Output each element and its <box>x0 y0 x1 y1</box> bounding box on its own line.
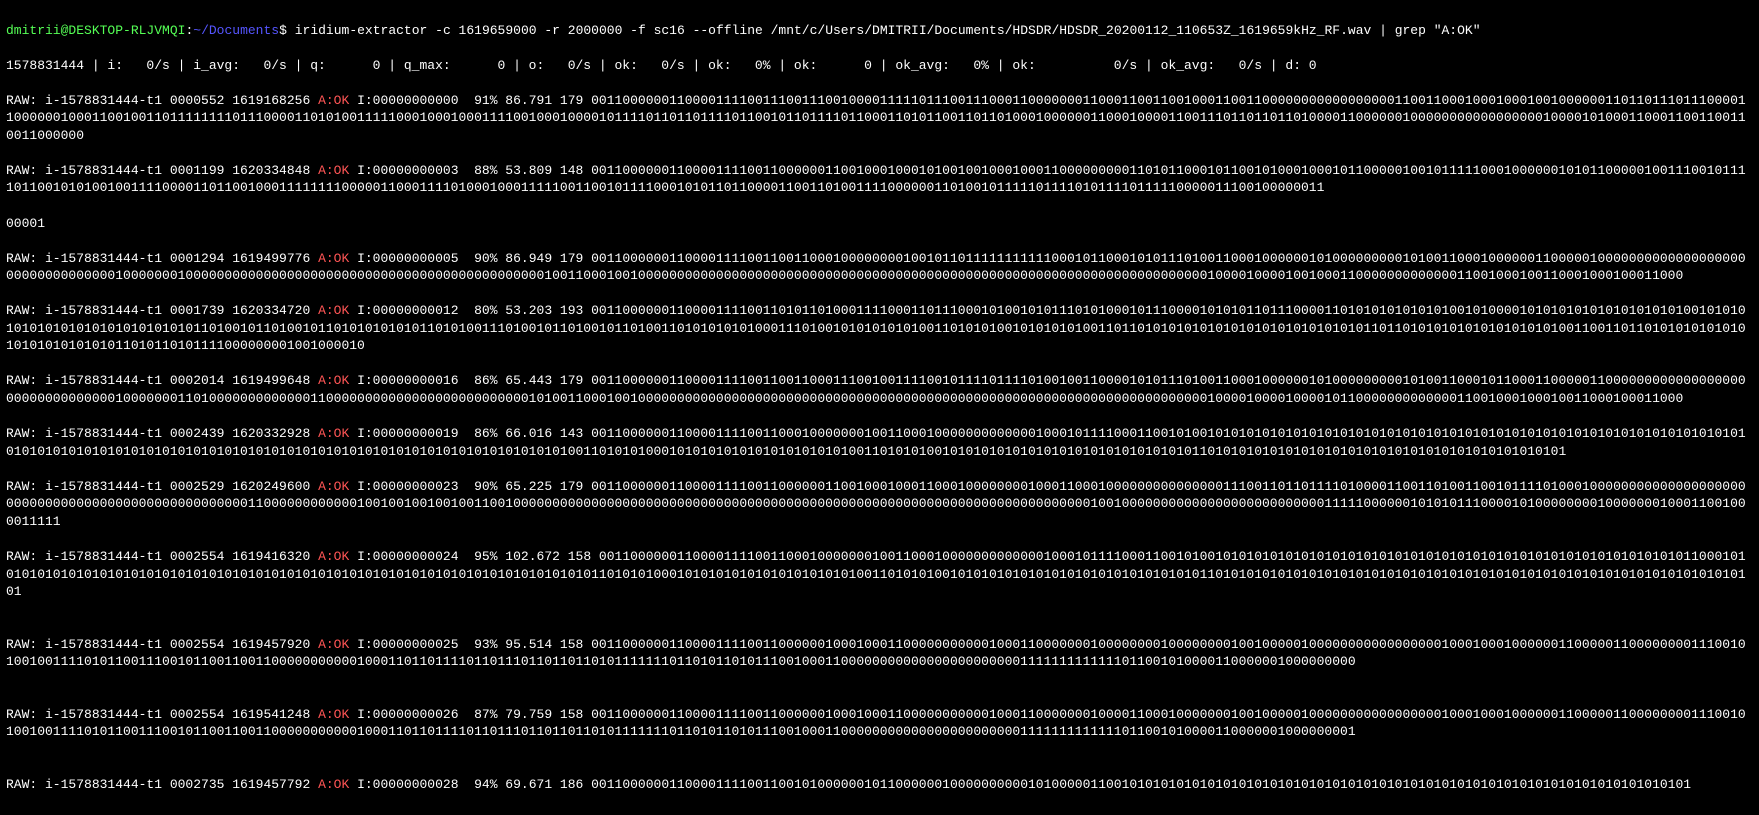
raw-record: RAW: i-1578831444-t1 0002014 1619499648 … <box>6 372 1753 407</box>
raw-record: RAW: i-1578831444-t1 0002554 1619457920 … <box>6 636 1753 671</box>
raw-record: RAW: i-1578831444-t1 0002735 1619457792 … <box>6 776 1753 794</box>
raw-record: RAW: i-1578831444-t1 0002554 1619416320 … <box>6 548 1753 601</box>
terminal-output: dmitrii@DESKTOP-RLJVMQI:~/Documents$ iri… <box>0 0 1759 815</box>
prompt-host: DESKTOP-RLJVMQI <box>68 23 185 38</box>
raw-record: RAW: i-1578831444-t1 0001294 1619499776 … <box>6 250 1753 285</box>
raw-record: RAW: i-1578831444-t1 0000552 1619168256 … <box>6 92 1753 145</box>
record-pre: RAW: i-1578831444-t1 0001199 1620334848 <box>6 163 318 178</box>
aok-marker: A:OK <box>318 426 349 441</box>
aok-marker: A:OK <box>318 777 349 792</box>
prompt-path: ~/Documents <box>193 23 279 38</box>
aok-marker: A:OK <box>318 707 349 722</box>
aok-marker: A:OK <box>318 251 349 266</box>
record-pre: RAW: i-1578831444-t1 0001739 1620334720 <box>6 303 318 318</box>
aok-marker: A:OK <box>318 637 349 652</box>
prompt-dollar: $ <box>279 23 287 38</box>
record-pre: RAW: i-1578831444-t1 0002735 1619457792 <box>6 777 318 792</box>
status-line: 1578831444 | i: 0/s | i_avg: 0/s | q: 0 … <box>6 57 1753 75</box>
aok-marker: A:OK <box>318 163 349 178</box>
record-post: I:00000000028 94% 69.671 186 00110000001… <box>349 777 1691 792</box>
command-text: iridium-extractor -c 1619659000 -r 20000… <box>295 23 1481 38</box>
raw-record: RAW: i-1578831444-t1 0002554 1619541248 … <box>6 706 1753 741</box>
aok-marker: A:OK <box>318 93 349 108</box>
record-pre: RAW: i-1578831444-t1 0000552 1619168256 <box>6 93 318 108</box>
prompt-user: dmitrii <box>6 23 61 38</box>
raw-record: RAW: i-1578831444-t1 0002529 1620249600 … <box>6 478 1753 531</box>
raw-record: RAW: i-1578831444-t1 0001199 1620334848 … <box>6 162 1753 197</box>
aok-marker: A:OK <box>318 303 349 318</box>
record-pre: RAW: i-1578831444-t1 0001294 1619499776 <box>6 251 318 266</box>
aok-marker: A:OK <box>318 373 349 388</box>
raw-record: RAW: i-1578831444-t1 0002439 1620332928 … <box>6 425 1753 460</box>
record-pre: RAW: i-1578831444-t1 0002554 1619416320 <box>6 549 318 564</box>
record-pre: RAW: i-1578831444-t1 0002529 1620249600 <box>6 479 318 494</box>
raw-record: RAW: i-1578831444-t1 0001739 1620334720 … <box>6 302 1753 355</box>
record-pre: RAW: i-1578831444-t1 0002439 1620332928 <box>6 426 318 441</box>
prompt-line[interactable]: dmitrii@DESKTOP-RLJVMQI:~/Documents$ iri… <box>6 22 1753 40</box>
record-pre: RAW: i-1578831444-t1 0002554 1619541248 <box>6 707 318 722</box>
record-pre: RAW: i-1578831444-t1 0002014 1619499648 <box>6 373 318 388</box>
record-pre: RAW: i-1578831444-t1 0002554 1619457920 <box>6 637 318 652</box>
record-tail: 00001 <box>6 215 1753 233</box>
aok-marker: A:OK <box>318 549 349 564</box>
aok-marker: A:OK <box>318 479 349 494</box>
